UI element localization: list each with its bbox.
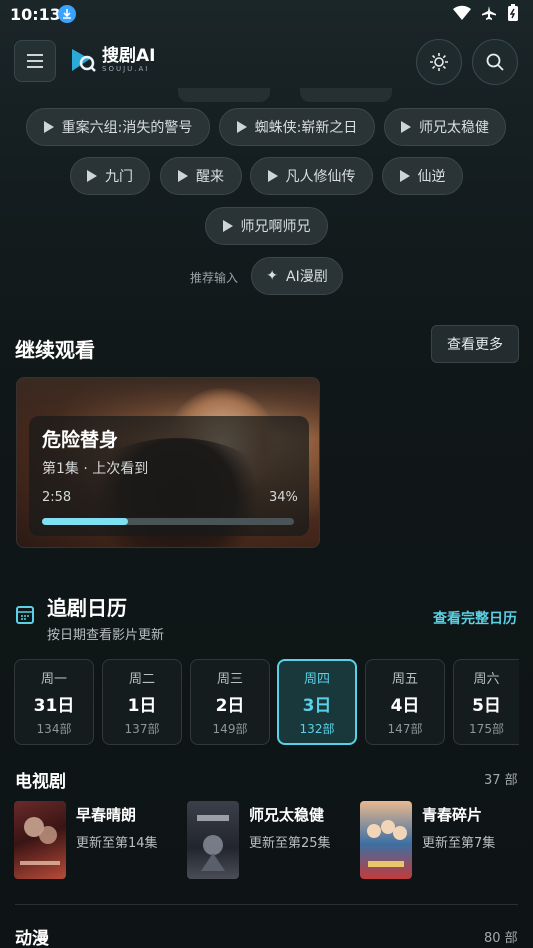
battery-icon [508, 4, 518, 21]
show-update: 更新至第14集 [76, 836, 158, 851]
app-name: 搜剧AI [102, 46, 156, 66]
menu-icon [27, 54, 43, 68]
logo-icon [72, 49, 96, 72]
theme-toggle-button[interactable] [416, 39, 462, 85]
hot-search-chip-partial [300, 88, 392, 102]
full-calendar-link[interactable]: 查看完整日历 [433, 608, 517, 628]
anime-section-count: 80 部 [484, 931, 518, 946]
status-icons [453, 4, 519, 22]
play-icon [236, 121, 247, 133]
calendar-subtitle: 按日期查看影片更新 [47, 628, 165, 643]
hot-search-chip-partial [178, 88, 270, 102]
show-name[interactable]: 早春晴朗 [76, 804, 136, 825]
continue-watching-title: 继续观看 [15, 338, 95, 362]
play-icon [267, 170, 278, 182]
play-icon [399, 170, 410, 182]
recommend-label: 推荐输入 [190, 271, 239, 285]
calendar-day[interactable]: 周五 4日 147部 [365, 659, 445, 745]
hot-search-chip[interactable]: 九门 [70, 157, 150, 195]
play-icon [178, 170, 188, 182]
view-more-button[interactable]: 查看更多 [431, 325, 519, 363]
show-update: 更新至第7集 [422, 836, 496, 851]
wifi-icon [453, 5, 471, 21]
sparkle-icon: ✦ [266, 268, 278, 284]
hot-search-chip[interactable]: 凡人修仙传 [250, 157, 373, 195]
hot-search-chip[interactable]: 蜘蛛侠:崭新之日 [219, 108, 375, 146]
show-name[interactable]: 师兄太稳健 [249, 804, 324, 825]
calendar-icon [16, 606, 34, 624]
calendar-day-selected[interactable]: 周四 3日 132部 [277, 659, 357, 745]
tv-section-count: 37 部 [484, 773, 518, 788]
menu-button[interactable] [14, 40, 56, 82]
play-icon [87, 170, 97, 182]
calendar-day[interactable]: 周一 31日 134部 [14, 659, 94, 745]
card-episode: 第1集 · 上次看到 [42, 461, 149, 477]
hot-search-chip[interactable]: 师兄太稳健 [384, 108, 506, 146]
calendar-day[interactable]: 周六 5日 175部 [453, 659, 519, 745]
card-time: 2:58 [42, 490, 72, 505]
hot-search-chip[interactable]: 仙逆 [382, 157, 463, 195]
card-title: 危险替身 [42, 429, 119, 451]
hot-search-chip[interactable]: 醒来 [160, 157, 242, 195]
ai-drama-chip[interactable]: ✦ AI漫剧 [251, 257, 343, 295]
app-logo[interactable]: 搜剧AI SOUJU.AI [68, 45, 155, 75]
show-name[interactable]: 青春碎片 [422, 804, 482, 825]
watch-progress-fill [42, 518, 128, 525]
calendar-title: 追剧日历 [47, 596, 127, 620]
play-icon [401, 121, 411, 133]
airplane-icon [482, 6, 496, 20]
hot-search-chip[interactable]: 重案六组:消失的警号 [26, 108, 210, 146]
watch-progress-bar [42, 518, 294, 525]
play-icon [43, 121, 54, 133]
card-percent: 34% [269, 490, 298, 505]
show-poster[interactable] [187, 801, 239, 879]
search-icon [486, 53, 504, 71]
section-divider [15, 904, 518, 905]
calendar-day[interactable]: 周二 1日 137部 [102, 659, 182, 745]
download-icon [58, 5, 76, 23]
calendar-day[interactable]: 周三 2日 149部 [190, 659, 270, 745]
status-time: 10:13 [10, 5, 61, 24]
show-poster[interactable] [14, 801, 66, 879]
play-icon [222, 220, 233, 232]
anime-section-title: 动漫 [15, 929, 49, 948]
app-subname: SOUJU.AI [102, 65, 150, 73]
hot-search-chip[interactable]: 师兄啊师兄 [205, 207, 328, 245]
show-poster[interactable] [360, 801, 412, 879]
sun-icon [430, 53, 448, 71]
tv-section-title: 电视剧 [15, 772, 66, 792]
search-button[interactable] [472, 39, 518, 85]
show-update: 更新至第25集 [249, 836, 331, 851]
